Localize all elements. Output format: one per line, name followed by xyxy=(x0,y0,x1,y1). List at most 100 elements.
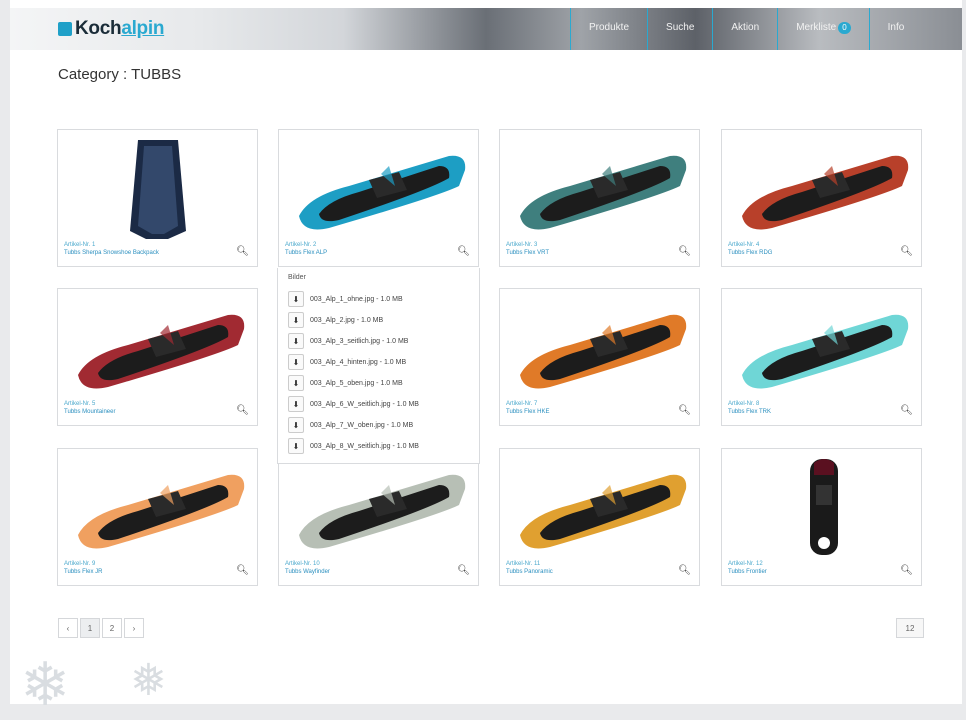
download-filename: 003_Alp_2.jpg - 1.0 MB xyxy=(310,316,384,324)
per-page-select[interactable]: 12 xyxy=(896,618,924,638)
download-filename: 003_Alp_7_W_oben.jpg - 1.0 MB xyxy=(310,421,414,429)
product-code: Artikel-Nr. 3 xyxy=(506,242,538,248)
page-button-1[interactable]: 1 xyxy=(80,618,100,638)
zoom-icon[interactable]: 🔍︎ xyxy=(900,246,913,257)
download-filename: 003_Alp_6_W_seitlich.jpg - 1.0 MB xyxy=(310,400,419,408)
product-code: Artikel-Nr. 5 xyxy=(64,401,96,407)
product-card[interactable]: Artikel-Nr. 8 Tubbs Flex TRK 🔍︎ xyxy=(721,288,922,426)
nav-label: Suche xyxy=(666,22,695,33)
download-filename: 003_Alp_5_oben.jpg - 1.0 MB xyxy=(310,379,403,387)
product-image xyxy=(742,314,909,389)
product-image xyxy=(742,155,909,230)
main-nav: Produkte Suche Aktion Merkliste 0 Info xyxy=(570,8,922,50)
snowflake-icon: ❄ xyxy=(20,651,71,718)
nav-item-info[interactable]: Info xyxy=(868,8,923,50)
product-name[interactable]: Tubbs Flex HKE xyxy=(506,409,549,415)
zoom-icon[interactable]: 🔍︎ xyxy=(678,565,691,576)
zoom-icon[interactable]: 🔍︎ xyxy=(457,246,470,257)
product-name[interactable]: Tubbs Panoramic xyxy=(506,569,553,575)
download-icon[interactable]: ⬇︎ xyxy=(288,417,304,433)
download-item[interactable]: ⬇︎ 003_Alp_4_hinten.jpg - 1.0 MB xyxy=(288,353,473,371)
product-card[interactable]: Artikel-Nr. 5 Tubbs Mountaineer 🔍︎ xyxy=(57,288,258,426)
nav-label: Aktion xyxy=(731,22,760,33)
download-filename: 003_Alp_8_W_seitlich.jpg - 1.0 MB xyxy=(310,442,419,450)
product-name[interactable]: Tubbs Flex RDG xyxy=(728,250,772,256)
nav-item-wishlist[interactable]: Merkliste 0 xyxy=(777,8,868,50)
zoom-icon[interactable]: 🔍︎ xyxy=(678,405,691,416)
download-icon[interactable]: ⬇︎ xyxy=(288,375,304,391)
logo-icon xyxy=(58,22,72,36)
product-name[interactable]: Tubbs Wayfinder xyxy=(285,569,330,575)
download-icon[interactable]: ⬇︎ xyxy=(288,438,304,454)
zoom-icon[interactable]: 🔍︎ xyxy=(236,246,249,257)
product-image xyxy=(520,155,687,230)
product-image xyxy=(299,155,466,230)
zoom-icon[interactable]: 🔍︎ xyxy=(236,565,249,576)
category-title: Category : TUBBS xyxy=(58,66,182,83)
product-image xyxy=(299,474,466,549)
product-code: Artikel-Nr. 12 xyxy=(728,561,763,567)
product-image xyxy=(520,314,687,389)
brand-logo[interactable]: Koch alpin xyxy=(58,18,164,40)
nav-label: Info xyxy=(887,22,905,33)
download-item[interactable]: ⬇︎ 003_Alp_5_oben.jpg - 1.0 MB xyxy=(288,374,473,392)
brand-name-part2: alpin xyxy=(121,18,165,39)
download-item[interactable]: ⬇︎ 003_Alp_6_W_seitlich.jpg - 1.0 MB xyxy=(288,395,473,413)
product-code: Artikel-Nr. 4 xyxy=(728,242,760,248)
download-icon[interactable]: ⬇︎ xyxy=(288,396,304,412)
download-filename: 003_Alp_3_seitlich.jpg - 1.0 MB xyxy=(310,337,409,345)
download-item[interactable]: ⬇︎ 003_Alp_7_W_oben.jpg - 1.0 MB xyxy=(288,416,473,434)
product-image xyxy=(78,474,245,549)
product-name[interactable]: Tubbs Flex ALP xyxy=(285,250,327,256)
page-button-2[interactable]: 2 xyxy=(102,618,122,638)
download-icon[interactable]: ⬇︎ xyxy=(288,354,304,370)
product-card[interactable]: Artikel-Nr. 3 Tubbs Flex VRT 🔍︎ xyxy=(499,129,700,267)
download-item[interactable]: ⬇︎ 003_Alp_8_W_seitlich.jpg - 1.0 MB xyxy=(288,437,473,455)
brand-name-part1: Koch xyxy=(75,18,122,39)
product-name[interactable]: Tubbs Flex VRT xyxy=(506,250,549,256)
zoom-icon[interactable]: 🔍︎ xyxy=(678,246,691,257)
product-card[interactable]: Artikel-Nr. 2 Tubbs Flex ALP 🔍︎ xyxy=(278,129,479,267)
product-image xyxy=(810,459,838,555)
product-name[interactable]: Tubbs Sherpa Snowshoe Backpack xyxy=(64,250,159,256)
product-name[interactable]: Tubbs Flex JR xyxy=(64,569,102,575)
product-card[interactable]: Artikel-Nr. 10 Tubbs Wayfinder 🔍︎ xyxy=(278,448,479,586)
nav-item-search[interactable]: Suche xyxy=(647,8,712,50)
download-item[interactable]: ⬇︎ 003_Alp_3_seitlich.jpg - 1.0 MB xyxy=(288,332,473,350)
download-icon[interactable]: ⬇︎ xyxy=(288,291,304,307)
zoom-icon[interactable]: 🔍︎ xyxy=(900,405,913,416)
product-code: Artikel-Nr. 10 xyxy=(285,561,320,567)
nav-item-promo[interactable]: Aktion xyxy=(712,8,777,50)
zoom-icon[interactable]: 🔍︎ xyxy=(236,405,249,416)
pagination: ‹ 1 2 › xyxy=(58,618,146,638)
snowflake-icon: ❅ xyxy=(130,656,167,705)
product-card[interactable]: Artikel-Nr. 7 Tubbs Flex HKE 🔍︎ xyxy=(499,288,700,426)
nav-label: Merkliste xyxy=(796,22,837,33)
product-name[interactable]: Tubbs Frontier xyxy=(728,569,767,575)
product-card[interactable]: Artikel-Nr. 1 Tubbs Sherpa Snowshoe Backp… xyxy=(57,129,258,267)
product-code: Artikel-Nr. 7 xyxy=(506,401,538,407)
product-card[interactable]: Artikel-Nr. 11 Tubbs Panoramic 🔍︎ xyxy=(499,448,700,586)
zoom-icon[interactable]: 🔍︎ xyxy=(457,565,470,576)
download-item[interactable]: ⬇︎ 003_Alp_1_ohne.jpg - 1.0 MB xyxy=(288,290,473,308)
download-icon[interactable]: ⬇︎ xyxy=(288,333,304,349)
prev-page-button[interactable]: ‹ xyxy=(58,618,78,638)
nav-label: Produkte xyxy=(589,22,630,33)
product-card[interactable]: Artikel-Nr. 4 Tubbs Flex RDG 🔍︎ xyxy=(721,129,922,267)
product-card[interactable]: Artikel-Nr. 12 Tubbs Frontier 🔍︎ xyxy=(721,448,922,586)
product-code: Artikel-Nr. 9 xyxy=(64,561,96,567)
product-name[interactable]: Tubbs Mountaineer xyxy=(64,409,115,415)
nav-item-products[interactable]: Produkte xyxy=(570,8,647,50)
zoom-icon[interactable]: 🔍︎ xyxy=(900,565,913,576)
product-name[interactable]: Tubbs Flex TRK xyxy=(728,409,771,415)
download-item[interactable]: ⬇︎ 003_Alp_2.jpg - 1.0 MB xyxy=(288,311,473,329)
product-code: Artikel-Nr. 8 xyxy=(728,401,760,407)
download-filename: 003_Alp_1_ohne.jpg - 1.0 MB xyxy=(310,295,403,303)
wishlist-count-badge: 0 xyxy=(838,22,851,34)
product-image xyxy=(520,474,687,549)
download-icon[interactable]: ⬇︎ xyxy=(288,312,304,328)
product-code: Artikel-Nr. 1 xyxy=(64,242,96,248)
next-page-button[interactable]: › xyxy=(124,618,144,638)
product-card[interactable]: Artikel-Nr. 9 Tubbs Flex JR 🔍︎ xyxy=(57,448,258,586)
download-heading: Bilder xyxy=(288,274,306,281)
